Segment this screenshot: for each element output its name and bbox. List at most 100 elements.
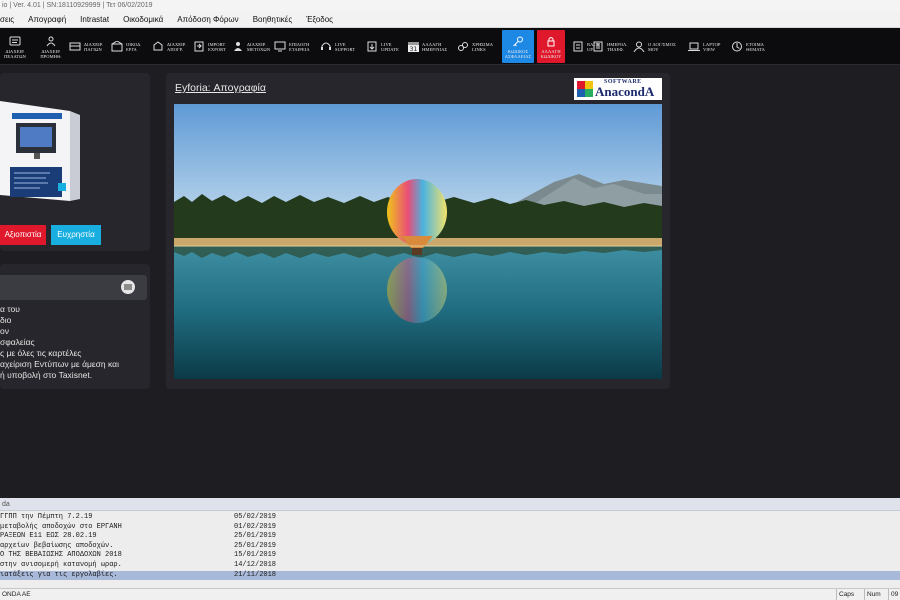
toolbar-customers-label: ΔΙΑΧΕΙΡ. ΠΕΛΑΤΩΝ — [4, 49, 26, 59]
menu-item-inventory[interactable]: Απογραφή — [21, 11, 73, 28]
news-item-title: μεταβολής αποδοχών στο ΕΡΓΑΝΗ — [0, 522, 122, 531]
news-item[interactable]: μεταβολής αποδοχών στο ΕΡΓΑΝΗ 01/02/2019 — [0, 523, 900, 533]
news-item-title: στην ανισομερή κατανομή ωραρ. — [0, 560, 122, 569]
toolbar-live-support-button[interactable]: LIVE SUPPORT — [319, 30, 355, 63]
links-icon — [456, 40, 470, 54]
toolbar-shares-label: ΔΙΑΧΕΙΡ. ΜΕΤΟΧΩΝ — [247, 41, 271, 52]
toolbar-live-update-button[interactable]: LIVE UPDATE — [365, 30, 399, 63]
toolbar-suppliers-button[interactable]: ΔΙΑΧΕΙΡ. ΠΡΟΜΗΘ. — [36, 30, 66, 63]
news-item-date: 01/02/2019 — [234, 522, 277, 531]
status-caps-indicator: Caps — [836, 589, 864, 600]
menu-item-intrastat[interactable]: Intrastat — [73, 11, 116, 28]
logo-mark-icon — [577, 81, 593, 97]
svg-text:31: 31 — [409, 46, 417, 53]
headset-icon — [319, 40, 333, 54]
toolbar-laptop-view-button[interactable]: LAPTOP VIEW — [687, 30, 721, 63]
logo-wordmark: AnacondA — [595, 84, 655, 99]
anaconda-logo: SOFTWARE AnacondA — [574, 78, 662, 100]
toolbar-change-password-button[interactable]: ΑΛΛΑΓΗ ΚΩΔΙΚΟΥ — [537, 30, 565, 63]
toolbar-change-password-label: ΑΛΛΑΓΗ ΚΩΔΙΚΟΥ — [540, 49, 562, 59]
toolbar-ready-topics-label: ΕΤΟΙΜΑ ΘΕΜΑΤΑ — [746, 41, 765, 52]
news-item-title: ΓΓΠΠ την Πέμπτη 7.2.19 — [0, 513, 93, 521]
menu-item-construction[interactable]: Οικοδομικά — [116, 11, 170, 28]
news-item-title: ιατάξεις για τις εργολαβίες. — [0, 570, 118, 579]
feature-line: α του — [0, 304, 20, 314]
promo-panel: Αξιοπιστία Ευχρηστία — [0, 73, 150, 251]
customers-icon — [8, 34, 22, 48]
toolbar-import-export-button[interactable]: IMPORT EXPORT — [192, 30, 226, 63]
info-panel: α του διο ον σφαλείας ς με όλες τις καρτ… — [0, 264, 150, 389]
feature-list: α του διο ον σφαλείας ς με όλες τις καρτ… — [0, 304, 119, 381]
toolbar-live-support-label: LIVE SUPPORT — [335, 41, 356, 52]
news-item-date: 25/01/2019 — [234, 541, 277, 550]
news-item[interactable]: ΡΑΞΕΩΝ Ε11 ΕΩΣ 28.02.19 25/01/2019 — [0, 532, 900, 542]
news-panel: da ΓΓΠΠ την Πέμπτη 7.2.19 05/02/2019 μετα… — [0, 498, 900, 588]
status-company-name: ONDA AE — [2, 591, 31, 598]
toolbar-security-code-label: ΚΩΔΙΚΟΣ ΑΣΦΑΛΕΙΑΣ — [504, 49, 532, 59]
toolbar-laptop-view-label: LAPTOP VIEW — [703, 41, 721, 52]
toolbar-company-label: ΕΠΙΛΟΓΗ ΕΤΑΙΡΕΙΑ — [289, 41, 310, 52]
lock-icon — [544, 34, 558, 48]
news-item-date: 05/02/2019 — [234, 513, 277, 521]
news-item-date: 25/01/2019 — [234, 532, 277, 541]
toolbar-company-button[interactable]: ΕΠΙΛΟΓΗ ΕΤΑΙΡΕΙΑ — [273, 30, 310, 63]
menu-item-utilities[interactable]: Βοηθητικές — [246, 11, 300, 28]
toolbar-shares-button[interactable]: ΔΙΑΧΕΙΡ. ΜΕΤΟΧΩΝ — [231, 30, 270, 63]
toolbar-links-label: ΧΡΗΣΙΜΑ LINKS — [472, 41, 494, 52]
toolbar-inventory-button[interactable]: ΔΙΑΧΕΙΡ. ΑΠΟΓΡ. — [151, 30, 186, 63]
suppliers-icon — [44, 34, 58, 48]
product-box-image — [0, 101, 80, 201]
toolbar-phone-log-button[interactable]: ΗΜΕΡΟΛ. ΤΗΛΕΦ. — [591, 30, 628, 63]
toolbar-change-date-label: ΑΛΛΑΓΗ ΗΜΕΡ/ΝΙΑΣ — [422, 41, 448, 52]
toolbar-inventory-label: ΔΙΑΧΕΙΡ. ΑΠΟΓΡ. — [167, 41, 187, 52]
status-bar: ONDA AE Caps Num 09 — [0, 588, 900, 600]
toolbar-construction-label: ΟΙΚΟΔ. ΕΡΓΑ — [126, 41, 142, 52]
menu-circle-icon[interactable] — [121, 280, 135, 294]
window-title: io | Ver. 4.01 | SN:18110929999 | Τετ 06… — [2, 2, 153, 9]
toolbar-change-date-button[interactable]: 31 ΑΛΛΑΓΗ ΗΜΕΡ/ΝΙΑΣ — [406, 30, 447, 63]
news-item-title: Ο ΤΗΣ ΒΕΒΑΙΩΣΗΣ ΑΠΟΔΟΧΩΝ 2018 — [0, 551, 122, 560]
toolbar-phone-log-label: ΗΜΕΡΟΛ. ΤΗΛΕΦ. — [607, 41, 628, 52]
toolbar-customers-button[interactable]: ΔΙΑΧΕΙΡ. ΠΕΛΑΤΩΝ — [0, 30, 30, 63]
ease-of-use-button[interactable]: Ευχρηστία — [51, 225, 101, 245]
news-item[interactable]: Ο ΤΗΣ ΒΕΒΑΙΩΣΗΣ ΑΠΟΔΟΧΩΝ 2018 15/01/2019 — [0, 551, 900, 561]
feature-title[interactable]: Eyforia: Απογραφία — [175, 82, 266, 94]
feature-line: ον — [0, 326, 9, 336]
toolbar-import-export-label: IMPORT EXPORT — [208, 41, 226, 52]
news-item-title: ΡΑΞΕΩΝ Ε11 ΕΩΣ 28.02.19 — [0, 532, 97, 541]
calendar-icon: 31 — [406, 40, 420, 54]
toolbar-ready-topics-button[interactable]: ΕΤΟΙΜΑ ΘΕΜΑΤΑ — [730, 30, 765, 63]
news-item-title: αρχείων βεβαίωσης αποδοχών. — [0, 541, 114, 550]
news-item[interactable]: αρχείων βεβαίωσης αποδοχών. 25/01/2019 — [0, 542, 900, 552]
backup-icon — [571, 40, 585, 54]
company-icon — [273, 40, 287, 54]
menu-item-sales[interactable]: σεις — [0, 11, 21, 28]
construction-icon — [110, 40, 124, 54]
toolbar-construction-button[interactable]: ΟΙΚΟΔ. ΕΡΓΑ — [110, 30, 141, 63]
info-panel-header — [0, 275, 147, 300]
feature-line: ς με όλες τις καρτέλες — [0, 348, 82, 358]
news-list: ΓΓΠΠ την Πέμπτη 7.2.19 05/02/2019 μεταβολ… — [0, 511, 900, 581]
window-titlebar: io | Ver. 4.01 | SN:18110929999 | Τετ 06… — [0, 0, 900, 11]
toolbar-security-code-button[interactable]: ΚΩΔΙΚΟΣ ΑΣΦΑΛΕΙΑΣ — [502, 30, 534, 63]
menu-item-exit[interactable]: Έξοδος — [299, 11, 340, 28]
news-item-selected[interactable]: ιατάξεις για τις εργολαβίες. 21/11/2018 — [0, 570, 900, 581]
toolbar-my-account-button[interactable]: Ο ΛΟΓ/ΣΜΟΣ ΜΟΥ — [632, 30, 676, 63]
toolbar-fixed-assets-label: ΔΙΑΧΕΙΡ. ΠΑΓΙΩΝ — [84, 41, 104, 52]
toolbar-fixed-assets-button[interactable]: ΔΙΑΧΕΙΡ. ΠΑΓΙΩΝ — [68, 30, 103, 63]
feature-line: ή υποβολή στο Taxisnet. — [0, 370, 93, 380]
menu-item-tax-payment[interactable]: Απόδοση Φόρων — [170, 11, 245, 28]
toolbar-links-button[interactable]: ΧΡΗΣΙΜΑ LINKS — [456, 30, 493, 63]
feature-line: διο — [0, 315, 12, 325]
dashboard: Αξιοπιστία Ευχρηστία α του διο ον σφαλεί… — [0, 65, 900, 498]
news-item[interactable]: στην ανισομερή κατανομή ωραρ. 14/12/2018 — [0, 561, 900, 571]
key-icon — [511, 34, 525, 48]
news-item-date: 15/01/2019 — [234, 551, 277, 560]
shares-icon — [231, 40, 245, 54]
hot-air-balloon-photo — [174, 104, 662, 379]
topics-icon — [730, 40, 744, 54]
user-icon — [632, 40, 646, 54]
news-item[interactable]: ΓΓΠΠ την Πέμπτη 7.2.19 05/02/2019 — [0, 513, 900, 523]
reliability-button[interactable]: Αξιοπιστία — [0, 225, 46, 245]
feature-line: σφαλείας — [0, 337, 35, 347]
